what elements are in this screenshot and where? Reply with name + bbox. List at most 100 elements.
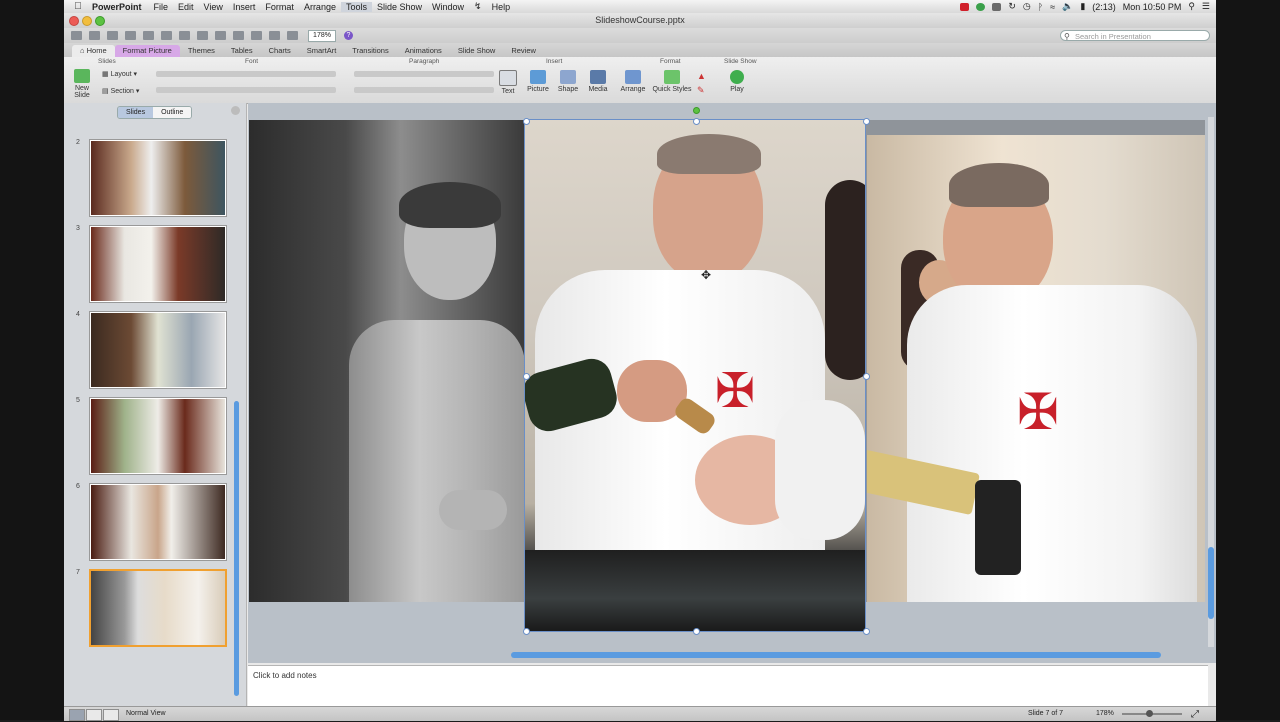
search-input[interactable]: ⚲ Search in Presentation — [1060, 30, 1210, 41]
toggle-outline[interactable]: Outline — [153, 107, 192, 118]
menubar-clock[interactable]: Mon 10:50 PM — [1123, 2, 1182, 12]
slides-pane-scrollbar[interactable] — [234, 401, 239, 696]
presenter-view-button[interactable] — [103, 709, 119, 721]
menu-edit[interactable]: Edit — [173, 2, 199, 12]
clock-status-icon[interactable]: ◷ — [1023, 1, 1031, 12]
shape-button[interactable]: Shape — [555, 70, 581, 93]
wifi-icon[interactable]: ≈ — [1050, 2, 1055, 12]
menu-window[interactable]: Window — [427, 2, 469, 12]
media-button[interactable]: Media — [585, 70, 611, 93]
resize-handle-e[interactable] — [863, 373, 870, 380]
tab-transitions[interactable]: Transitions — [344, 45, 396, 57]
fill-color-icon[interactable]: ▲ — [697, 71, 706, 81]
slide-sorter-icon[interactable] — [269, 31, 280, 40]
slide-thumbnail-5[interactable] — [90, 398, 226, 474]
redo-icon[interactable] — [251, 31, 262, 40]
print-icon[interactable] — [143, 31, 154, 40]
menu-file[interactable]: File — [149, 2, 174, 12]
slide-thumbnail-4[interactable] — [90, 312, 226, 388]
slide-thumbnail-6[interactable] — [90, 484, 226, 560]
resize-handle-ne[interactable] — [863, 118, 870, 125]
menu-slide-show[interactable]: Slide Show — [372, 2, 427, 12]
tab-slide-show[interactable]: Slide Show — [450, 45, 504, 57]
resize-handle-w[interactable] — [523, 373, 530, 380]
paragraph-list-buttons[interactable] — [354, 71, 494, 77]
close-window-button[interactable] — [69, 16, 79, 26]
battery-icon[interactable]: ▮ — [1080, 1, 1085, 12]
screen-icon[interactable] — [992, 2, 1002, 11]
photo-baptism-selected[interactable]: ✠ ✥ — [524, 119, 866, 632]
resize-handle-nw[interactable] — [523, 118, 530, 125]
new-slide-button[interactable]: New Slide — [67, 69, 97, 99]
vertical-scrollbar[interactable] — [1208, 117, 1214, 647]
notes-pane[interactable]: Click to add notes — [248, 665, 1208, 707]
slide-sorter-view-button[interactable] — [86, 709, 102, 721]
open-icon[interactable] — [107, 31, 118, 40]
templates-icon[interactable] — [89, 31, 100, 40]
tab-home[interactable]: ⌂ Home — [72, 45, 115, 57]
layout-button[interactable]: ▦ Layout ▾ — [102, 70, 152, 78]
cut-icon[interactable] — [161, 31, 172, 40]
section-button[interactable]: ▤ Section ▾ — [102, 87, 152, 95]
format-painter-icon[interactable] — [215, 31, 226, 40]
tab-tables[interactable]: Tables — [223, 45, 261, 57]
text-button[interactable]: Text — [496, 70, 520, 95]
volume-icon[interactable]: 🔈 — [1062, 1, 1073, 12]
normal-view-button[interactable] — [69, 709, 85, 721]
toggle-slides[interactable]: Slides — [118, 107, 154, 118]
refresh-icon[interactable]: ↻ — [1008, 1, 1016, 12]
menu-view[interactable]: View — [199, 2, 228, 12]
vertical-scroll-knob[interactable] — [1208, 547, 1214, 619]
paste-icon[interactable] — [197, 31, 208, 40]
slide-thumbnail-3[interactable] — [90, 226, 226, 302]
line-color-icon[interactable]: ✎ — [697, 85, 705, 96]
tab-smartart[interactable]: SmartArt — [299, 45, 345, 57]
resize-handle-s[interactable] — [693, 628, 700, 635]
resize-handle-se[interactable] — [863, 628, 870, 635]
tab-format-picture[interactable]: Format Picture — [114, 45, 180, 57]
slide-thumbnail-2[interactable] — [90, 140, 226, 216]
paragraph-align-buttons[interactable] — [354, 87, 494, 93]
menu-arrange[interactable]: Arrange — [299, 2, 341, 12]
record-icon[interactable] — [960, 2, 970, 11]
zoom-slider-knob[interactable] — [1146, 710, 1153, 717]
font-style-buttons[interactable] — [156, 87, 336, 93]
menu-app-name[interactable]: PowerPoint — [86, 2, 149, 12]
copy-icon[interactable] — [179, 31, 190, 40]
menu-tools[interactable]: Tools — [340, 1, 372, 12]
script-menu-icon[interactable]: ↯ — [469, 1, 487, 12]
apple-icon[interactable]:  — [70, 1, 86, 12]
quick-styles-button[interactable]: Quick Styles — [652, 70, 692, 93]
save-icon[interactable] — [125, 31, 136, 40]
bluetooth-icon[interactable]: ᚹ — [1038, 2, 1043, 12]
menu-help[interactable]: Help — [487, 2, 516, 12]
tab-themes[interactable]: Themes — [180, 45, 223, 57]
tab-review[interactable]: Review — [503, 45, 544, 57]
menu-format[interactable]: Format — [260, 2, 299, 12]
close-pane-icon[interactable] — [231, 106, 240, 115]
photo-boy-grayscale[interactable] — [249, 120, 525, 602]
font-name-combo[interactable] — [156, 71, 336, 77]
photo-priest-reading[interactable]: ✠ — [867, 135, 1205, 602]
undo-icon[interactable] — [233, 31, 244, 40]
tab-animations[interactable]: Animations — [397, 45, 450, 57]
rotate-handle[interactable] — [693, 107, 700, 114]
slide-thumbnail-7[interactable] — [89, 569, 227, 647]
spotlight-icon[interactable]: ⚲ — [1188, 1, 1195, 12]
picture-button[interactable]: Picture — [524, 70, 552, 93]
help-icon[interactable]: ? — [344, 31, 353, 40]
zoom-window-button[interactable] — [95, 16, 105, 26]
resize-handle-n[interactable] — [693, 118, 700, 125]
horizontal-scrollbar[interactable] — [511, 652, 1161, 658]
zoom-combo[interactable]: 178% — [308, 29, 336, 42]
play-button[interactable]: Play — [724, 70, 750, 93]
minimize-window-button[interactable] — [82, 16, 92, 26]
menu-insert[interactable]: Insert — [228, 2, 261, 12]
tab-charts[interactable]: Charts — [261, 45, 299, 57]
arrange-button[interactable]: Arrange — [618, 70, 648, 93]
resize-handle-sw[interactable] — [523, 628, 530, 635]
new-document-icon[interactable] — [71, 31, 82, 40]
sync-icon[interactable] — [976, 2, 986, 11]
media-browser-icon[interactable] — [287, 31, 298, 40]
notification-icon[interactable]: ☰ — [1202, 1, 1210, 12]
